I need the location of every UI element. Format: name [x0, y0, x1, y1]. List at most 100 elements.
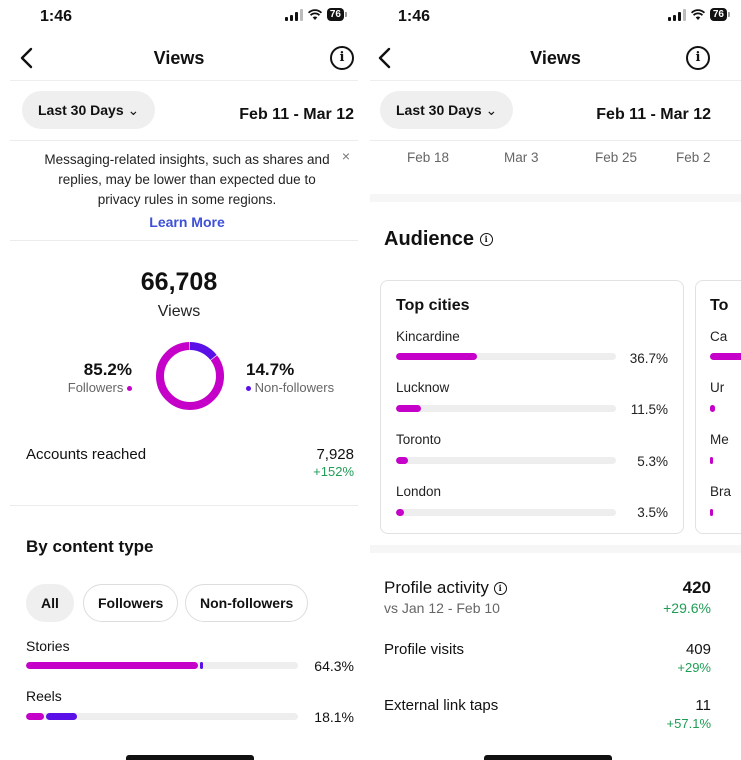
- top-cities-card: Top cities Kincardine 36.7% Lucknow 11.5…: [380, 280, 684, 534]
- date-range-dropdown[interactable]: Last 30 Days ⌄: [380, 91, 514, 129]
- learn-more-link[interactable]: Learn More: [42, 212, 332, 232]
- city-name: London: [396, 484, 442, 499]
- nonfollowers-stat: 14.7% Non-followers: [246, 360, 334, 395]
- country-name: Ca: [710, 329, 728, 344]
- views-screen-right: 1:46 76 Views i Last 30 Days ⌄ Feb 11 - …: [370, 0, 741, 760]
- status-time: 1:46: [398, 8, 431, 25]
- total-views-label: Views: [157, 303, 201, 320]
- external-link-taps-change: +57.1%: [666, 716, 711, 731]
- profile-activity-value: 420: [682, 578, 711, 597]
- city-track: [396, 405, 616, 412]
- status-icons: 76: [284, 8, 348, 21]
- content-nonfollowers-bar: [199, 662, 203, 669]
- wifi-icon: [690, 8, 705, 20]
- city-name: Lucknow: [396, 380, 450, 395]
- profile-visits-change: +29%: [677, 660, 711, 675]
- top-cities-title: Top cities: [396, 297, 470, 314]
- privacy-notice: Messaging-related insights, such as shar…: [42, 150, 332, 232]
- content-row-label: Stories: [26, 638, 70, 654]
- total-views: 66,708: [140, 268, 218, 296]
- info-icon[interactable]: i: [479, 233, 493, 247]
- city-bar: [396, 353, 477, 360]
- divider: [370, 140, 741, 141]
- city-bar: [396, 405, 422, 412]
- country-bar: [710, 405, 715, 412]
- chart-axis-label: Feb 2: [676, 150, 711, 165]
- profile-activity-title-text: Profile activity: [384, 578, 489, 597]
- views-screen-left: 1:46 76 Views i Last 30 Days ⌄ Feb 11 - …: [0, 0, 358, 760]
- info-icon[interactable]: i: [686, 46, 710, 70]
- card-title: To: [710, 297, 729, 314]
- views-donut-chart: [156, 342, 224, 410]
- section-divider: [370, 194, 741, 202]
- home-indicator[interactable]: [126, 755, 254, 760]
- date-range-label: Last 30 Days: [396, 102, 482, 118]
- city-name: Toronto: [396, 432, 442, 447]
- info-icon[interactable]: i: [330, 46, 354, 70]
- divider: [10, 505, 358, 506]
- audience-title: Audience i: [384, 228, 493, 251]
- content-row-label: Reels: [26, 688, 62, 704]
- nonfollowers-dot-icon: [246, 386, 251, 392]
- city-track: [396, 509, 616, 516]
- nonfollowers-pct: 14.7%: [246, 360, 295, 379]
- top-countries-card: To Ca Ur Me Bra: [695, 280, 741, 534]
- chart-axis-label: Feb 18: [407, 150, 450, 165]
- audience-title-text: Audience: [384, 228, 475, 250]
- profile-activity-subtitle: vs Jan 12 - Feb 10: [384, 600, 500, 616]
- divider: [10, 240, 358, 241]
- page-title: Views: [153, 48, 205, 68]
- chart-axis-label: Mar 3: [504, 150, 539, 165]
- date-range-text: Feb 11 - Mar 12: [239, 106, 354, 123]
- city-track: [396, 353, 616, 360]
- nonfollowers-label: Non-followers: [254, 380, 335, 395]
- country-name: Bra: [710, 484, 732, 499]
- country-bar: [710, 353, 741, 360]
- accounts-reached-change: +152%: [313, 464, 354, 479]
- country-bar: [710, 509, 713, 516]
- notice-text: Messaging-related insights, such as shar…: [44, 152, 330, 207]
- external-link-taps-value: 11: [695, 697, 711, 714]
- status-time: 1:46: [40, 8, 73, 25]
- battery-icon: 76: [709, 8, 731, 21]
- wifi-icon: [307, 8, 322, 20]
- external-link-taps-label: External link taps: [384, 697, 499, 714]
- country-name: Ur: [710, 380, 725, 395]
- content-followers-bar: [26, 662, 198, 669]
- content-row-pct: 18.1%: [314, 709, 354, 725]
- city-bar: [396, 509, 404, 516]
- city-track: [396, 457, 616, 464]
- city-pct: 11.5%: [630, 402, 668, 417]
- date-range-label: Last 30 Days: [38, 102, 124, 118]
- chart-axis-label: Feb 25: [595, 150, 638, 165]
- followers-pct: 85.2%: [83, 360, 132, 379]
- close-icon[interactable]: ×: [342, 148, 350, 164]
- signal-icon: [667, 8, 686, 21]
- chevron-down-icon: ⌄: [485, 102, 498, 118]
- accounts-reached-value: 7,928: [316, 446, 354, 463]
- status-icons: 76: [667, 8, 731, 21]
- home-indicator[interactable]: [484, 755, 612, 760]
- content-nonfollowers-bar: [45, 713, 78, 720]
- nav-divider: [10, 80, 358, 81]
- nav-divider: [370, 80, 741, 81]
- filter-followers[interactable]: Followers: [83, 584, 179, 622]
- content-row-track: [26, 662, 298, 669]
- date-range-dropdown[interactable]: Last 30 Days ⌄: [22, 91, 156, 129]
- country-bar: [710, 457, 713, 464]
- section-divider: [370, 545, 741, 553]
- filter-nonfollowers[interactable]: Non-followers: [185, 584, 309, 622]
- content-row-track: [26, 713, 298, 720]
- info-icon[interactable]: i: [493, 582, 507, 596]
- date-range-text: Feb 11 - Mar 12: [596, 106, 711, 123]
- chevron-down-icon: ⌄: [127, 102, 140, 118]
- city-pct: 5.3%: [637, 454, 668, 469]
- profile-activity-title: Profile activity i: [384, 578, 507, 598]
- content-row-pct: 64.3%: [314, 658, 354, 674]
- filter-all[interactable]: All: [26, 584, 74, 622]
- city-bar: [396, 457, 408, 464]
- city-pct: 36.7%: [629, 351, 668, 366]
- accounts-reached-label: Accounts reached: [26, 446, 147, 463]
- battery-icon: 76: [326, 8, 348, 21]
- content-type-title: By content type: [26, 537, 154, 556]
